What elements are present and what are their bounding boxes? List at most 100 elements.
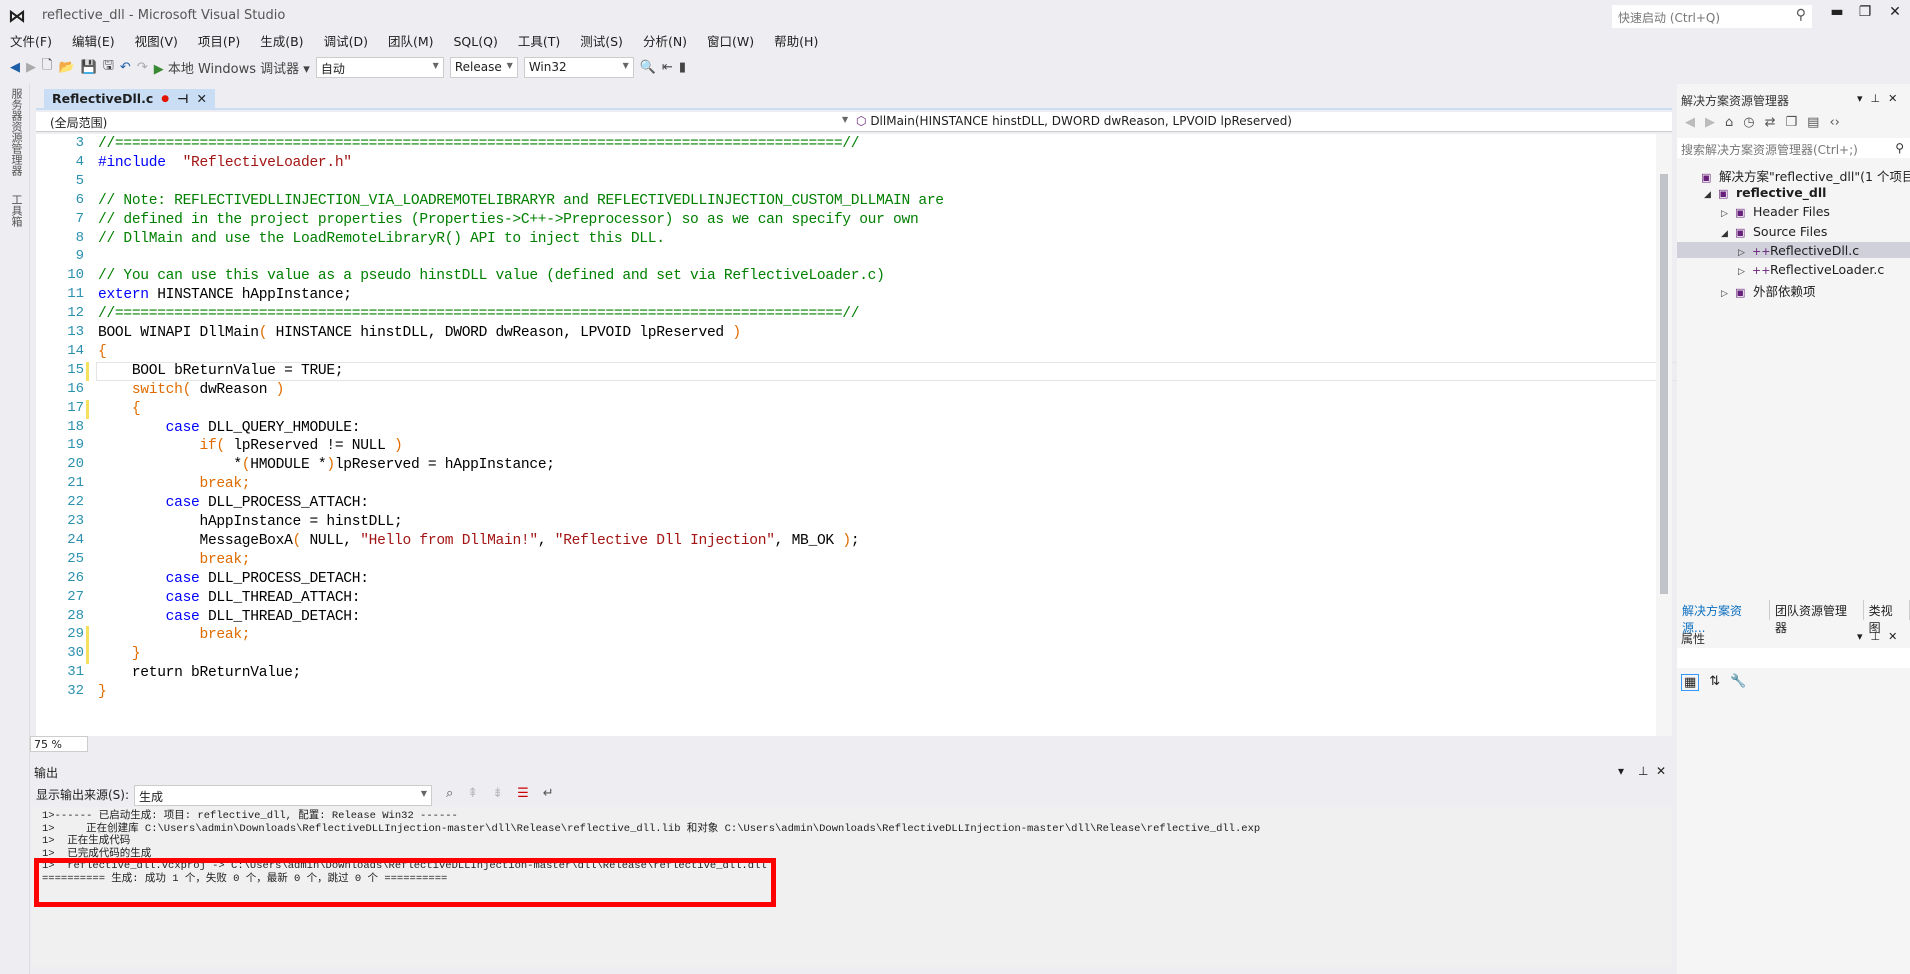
word-wrap-icon[interactable]: ↵ bbox=[543, 786, 554, 801]
menu-item[interactable]: 分析(N) bbox=[633, 33, 697, 51]
auto-combo[interactable]: 自动 ▼ bbox=[315, 56, 444, 78]
menu-item[interactable]: 测试(S) bbox=[570, 33, 633, 51]
start-debug-button[interactable]: ▶ 本地 Windows 调试器 ▾ bbox=[154, 58, 310, 77]
tree-item[interactable]: ▣ 解决方案"reflective_dll"(1 个项目) bbox=[1687, 166, 1910, 185]
forward-icon[interactable]: ▶ bbox=[1705, 115, 1715, 130]
find-icon[interactable]: 🔍 bbox=[640, 60, 656, 75]
back-icon[interactable]: ◀ bbox=[10, 60, 20, 75]
configuration-combo[interactable]: Release ▼ bbox=[449, 56, 518, 78]
code-token: case bbox=[165, 419, 200, 436]
close-tab-icon[interactable]: ✕ bbox=[197, 91, 207, 106]
close-button[interactable]: ✕ bbox=[1880, 4, 1910, 26]
indent-icon[interactable]: ⇤ bbox=[662, 60, 673, 75]
open-icon[interactable]: 📂 bbox=[58, 60, 74, 75]
tree-item[interactable]: ◢ ▣ reflective_dll bbox=[1704, 185, 1826, 200]
quick-launch-input[interactable]: 快速启动 (Ctrl+Q) ⚲ bbox=[1612, 5, 1812, 28]
forward-icon[interactable]: ▶ bbox=[26, 60, 36, 75]
code-token: ) bbox=[842, 532, 851, 549]
debug-target-label: 本地 Windows 调试器 bbox=[167, 61, 300, 77]
alphabetical-icon[interactable]: ⇅ bbox=[1709, 674, 1720, 691]
menu-item[interactable]: 生成(B) bbox=[250, 33, 313, 51]
toolbox-tab[interactable]: 工具箱 bbox=[8, 194, 24, 227]
pin-icon[interactable]: ⊣ bbox=[177, 91, 188, 106]
home-icon[interactable]: ⌂ bbox=[1725, 115, 1733, 130]
pending-changes-icon[interactable]: ◷ bbox=[1743, 115, 1754, 130]
redo-icon[interactable]: ↷ bbox=[137, 60, 148, 75]
close-icon[interactable]: ✕ bbox=[1888, 630, 1897, 643]
output-source-combo[interactable]: 生成 ▼ bbox=[134, 785, 432, 806]
c-file-icon: ++ bbox=[1752, 244, 1771, 258]
next-message-icon[interactable]: ⇟ bbox=[492, 786, 503, 801]
pin-icon[interactable]: ⊥ bbox=[1871, 92, 1881, 105]
scrollbar-thumb[interactable] bbox=[1660, 174, 1668, 594]
tree-item[interactable]: ▷ ++ReflectiveDll.c bbox=[1738, 243, 1859, 258]
save-all-icon[interactable]: 🖫 bbox=[103, 56, 114, 78]
tree-item[interactable]: ▷ ▣ 外部依赖项 bbox=[1721, 281, 1816, 300]
minimize-button[interactable]: ▬ bbox=[1822, 4, 1852, 26]
tree-item[interactable]: ▷ ▣ Header Files bbox=[1721, 204, 1830, 219]
properties-object-combo[interactable] bbox=[1677, 648, 1910, 668]
tab-class-view[interactable]: 类视图 bbox=[1864, 600, 1910, 635]
dropdown-icon[interactable]: ▾ bbox=[1857, 630, 1863, 643]
close-icon[interactable]: ✕ bbox=[1656, 764, 1666, 778]
expand-arrow-icon[interactable]: ▷ bbox=[1721, 289, 1735, 299]
change-marker bbox=[86, 626, 89, 646]
expand-arrow-icon[interactable]: ▷ bbox=[1721, 209, 1735, 219]
code-token: DLL_THREAD_ATTACH: bbox=[199, 589, 361, 606]
find-message-icon[interactable]: ⌕ bbox=[446, 786, 453, 801]
search-icon: ⚲ bbox=[1795, 7, 1806, 23]
code-line: break; bbox=[98, 551, 251, 570]
expand-arrow-icon[interactable]: ▷ bbox=[1738, 267, 1752, 277]
tree-item[interactable]: ▷ ++ReflectiveLoader.c bbox=[1738, 262, 1884, 277]
bookmark-icon[interactable]: ▮ bbox=[679, 60, 686, 75]
undo-icon[interactable]: ↶ bbox=[120, 60, 131, 75]
configuration-value: Release bbox=[454, 59, 502, 74]
pin-icon[interactable]: ⊥ bbox=[1871, 630, 1881, 643]
save-icon[interactable]: 💾 bbox=[81, 60, 97, 75]
dropdown-icon[interactable]: ▾ bbox=[1857, 92, 1863, 105]
menu-item[interactable]: 窗口(W) bbox=[697, 33, 764, 51]
chevron-down-icon: ▼ bbox=[622, 60, 629, 70]
menu-item[interactable]: 项目(P) bbox=[188, 33, 250, 51]
member-dropdown[interactable]: ⬡ DllMain(HINSTANCE hinstDLL, DWORD dwRe… bbox=[856, 114, 1292, 128]
sync-icon[interactable]: ⇄ bbox=[1765, 115, 1776, 130]
zoom-level-combo[interactable]: 75 % bbox=[30, 736, 88, 752]
menu-item[interactable]: 编辑(E) bbox=[62, 33, 125, 51]
back-icon[interactable]: ◀ bbox=[1685, 115, 1695, 130]
menu-item[interactable]: 调试(D) bbox=[314, 33, 378, 51]
code-token: // Note: REFLECTIVEDLLINJECTION_VIA_LOAD… bbox=[98, 192, 944, 209]
scope-dropdown[interactable]: (全局范围) bbox=[50, 114, 107, 131]
restore-button[interactable]: ❐ bbox=[1850, 4, 1880, 26]
server-explorer-tab[interactable]: 服务器资源管理器 bbox=[8, 88, 24, 176]
new-project-icon[interactable]: 🗋 bbox=[42, 56, 52, 78]
dropdown-icon[interactable]: ▾ bbox=[1618, 764, 1624, 778]
menu-item[interactable]: 帮助(H) bbox=[764, 33, 828, 51]
show-all-files-icon[interactable]: ▤ bbox=[1807, 115, 1819, 130]
clear-all-icon[interactable]: ☰ bbox=[517, 786, 529, 801]
collapse-all-icon[interactable]: ❐ bbox=[1786, 115, 1798, 130]
menu-bar: 文件(F) 编辑(E) 视图(V) 项目(P) 生成(B) 调试(D) 团队(M) SQL(Q… bbox=[0, 33, 828, 51]
pin-icon[interactable]: ⊥ bbox=[1638, 764, 1648, 778]
menu-item[interactable]: SQL(Q) bbox=[444, 33, 508, 51]
menu-item[interactable]: 文件(F) bbox=[0, 33, 62, 51]
solution-search-input[interactable]: 搜索解决方案资源管理器(Ctrl+;) ⚲ bbox=[1677, 138, 1910, 158]
tab-solution-explorer[interactable]: 解决方案资源... bbox=[1677, 600, 1771, 635]
expand-arrow-icon[interactable]: ◢ bbox=[1704, 190, 1718, 200]
previous-message-icon[interactable]: ⇞ bbox=[467, 786, 478, 801]
menu-item[interactable]: 工具(T) bbox=[508, 33, 570, 51]
tab-team-explorer[interactable]: 团队资源管理器 bbox=[1770, 600, 1864, 635]
close-icon[interactable]: ✕ bbox=[1888, 92, 1897, 105]
tree-item[interactable]: ◢ ▣ Source Files bbox=[1721, 224, 1827, 239]
expand-arrow-icon[interactable]: ▷ bbox=[1738, 248, 1752, 258]
line-number: 23 bbox=[67, 513, 84, 529]
code-line: case DLL_THREAD_DETACH: bbox=[98, 608, 361, 627]
platform-combo[interactable]: Win32 ▼ bbox=[523, 56, 634, 78]
expand-arrow-icon[interactable]: ◢ bbox=[1721, 229, 1735, 239]
code-editor[interactable]: 3 4 5 6 7 8 9 10 11 12 13 14 15 16 17 18 19 20 21 22 23 24 25 2… bbox=[36, 134, 1686, 736]
categorized-icon[interactable]: ▦ bbox=[1681, 674, 1700, 691]
tab-reflectivedll-c[interactable]: ReflectiveDll.c ● ⊣ ✕ bbox=[44, 89, 216, 108]
code-view-icon[interactable]: ‹› bbox=[1829, 115, 1839, 130]
menu-item[interactable]: 视图(V) bbox=[125, 33, 188, 51]
menu-item[interactable]: 团队(M) bbox=[378, 33, 444, 51]
property-pages-icon[interactable]: 🔧 bbox=[1730, 674, 1746, 691]
